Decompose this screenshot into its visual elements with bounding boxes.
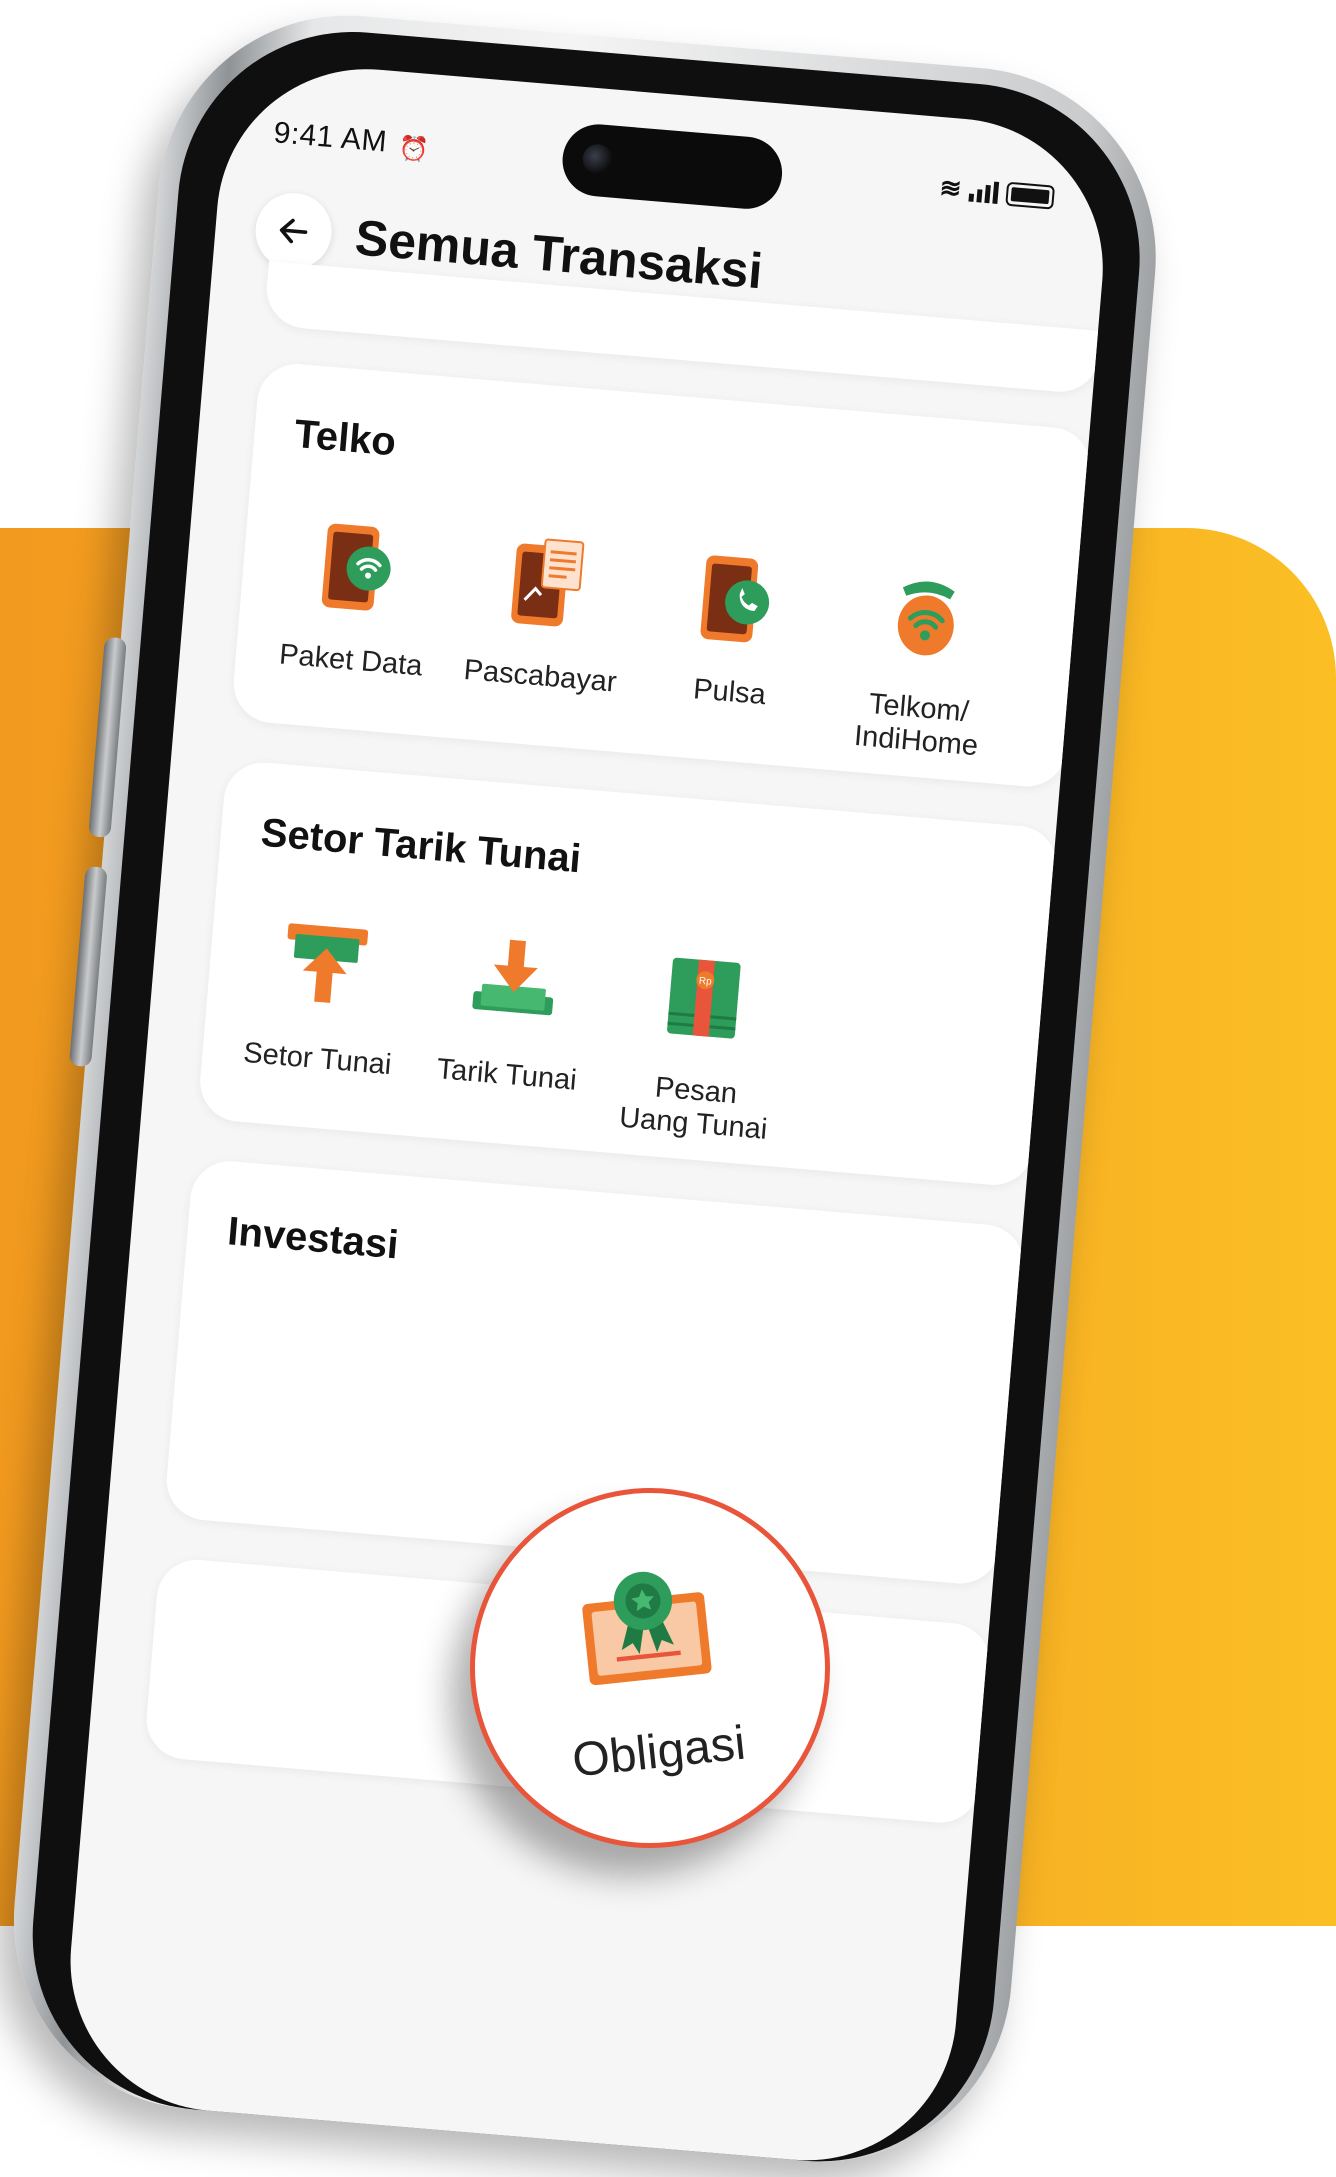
camera-lens bbox=[581, 143, 614, 176]
phone-mockup: 9:41 AM ⏰ ≋ Semua Transaksi Telko Paket … bbox=[0, 0, 1171, 2177]
alarm-icon: ⏰ bbox=[397, 134, 430, 165]
menu-item-tarik-tunai[interactable]: Tarik Tunai bbox=[408, 926, 613, 1133]
cash-deposit-icon bbox=[287, 923, 369, 1003]
svg-text:Rp: Rp bbox=[698, 976, 712, 988]
menu-item-label: Pesan Uang Tunai bbox=[618, 1071, 769, 1147]
phone-bezel: 9:41 AM ⏰ ≋ Semua Transaksi Telko Paket … bbox=[18, 17, 1154, 2176]
section-title: Telko bbox=[292, 412, 398, 465]
section-title: Setor Tarik Tunai bbox=[259, 810, 583, 882]
menu-item-paket-data[interactable]: Paket Data bbox=[252, 512, 457, 719]
menu-item-telkom-indihome[interactable]: Telkom/ IndiHome bbox=[820, 560, 1025, 767]
phone-bill-icon bbox=[511, 538, 585, 627]
bond-certificate-icon bbox=[582, 1571, 712, 1686]
cash-withdraw-icon bbox=[472, 939, 554, 1016]
arrow-left-icon bbox=[279, 218, 308, 244]
menu-item-label: Pascabayar bbox=[462, 653, 618, 699]
section-telko: Telko Paket Data Pascabayar Pulsa Telkom… bbox=[230, 360, 1094, 790]
menu-item-label: Tarik Tunai bbox=[435, 1053, 578, 1097]
menu-item-pulsa[interactable]: Pulsa bbox=[631, 544, 836, 751]
status-time: 9:41 AM bbox=[272, 116, 389, 159]
menu-item-label: Obligasi bbox=[569, 1716, 748, 1788]
menu-item-label: Telkom/ IndiHome bbox=[852, 688, 980, 763]
phone-call-icon bbox=[700, 555, 770, 643]
dynamic-island bbox=[559, 121, 785, 212]
menu-item-setor-tunai[interactable]: Setor Tunai bbox=[218, 911, 423, 1118]
cash-order-icon: Rp bbox=[667, 957, 741, 1039]
telephone-wifi-icon bbox=[897, 581, 955, 656]
menu-item-pesan-uang-tunai[interactable]: Rp Pesan Uang Tunai bbox=[597, 942, 802, 1149]
menu-item-label: Paket Data bbox=[278, 638, 424, 683]
section-setor-tarik-tunai: Setor Tarik Tunai Setor Tunai Tarik Tuna… bbox=[197, 759, 1061, 1189]
signal-icon bbox=[968, 179, 1000, 204]
phone-wifi-icon bbox=[321, 523, 391, 611]
menu-item-label: Setor Tunai bbox=[242, 1036, 393, 1082]
battery-icon bbox=[1005, 181, 1056, 210]
back-button[interactable] bbox=[252, 190, 335, 273]
section-title: Investasi bbox=[225, 1209, 401, 1268]
wifi-icon: ≋ bbox=[938, 172, 963, 204]
menu-item-pascabayar[interactable]: Pascabayar bbox=[441, 528, 646, 735]
status-icons: ≋ bbox=[938, 172, 1056, 212]
phone-screen: 9:41 AM ⏰ ≋ Semua Transaksi Telko Paket … bbox=[58, 57, 1115, 2173]
menu-item-label: Pulsa bbox=[692, 673, 768, 712]
